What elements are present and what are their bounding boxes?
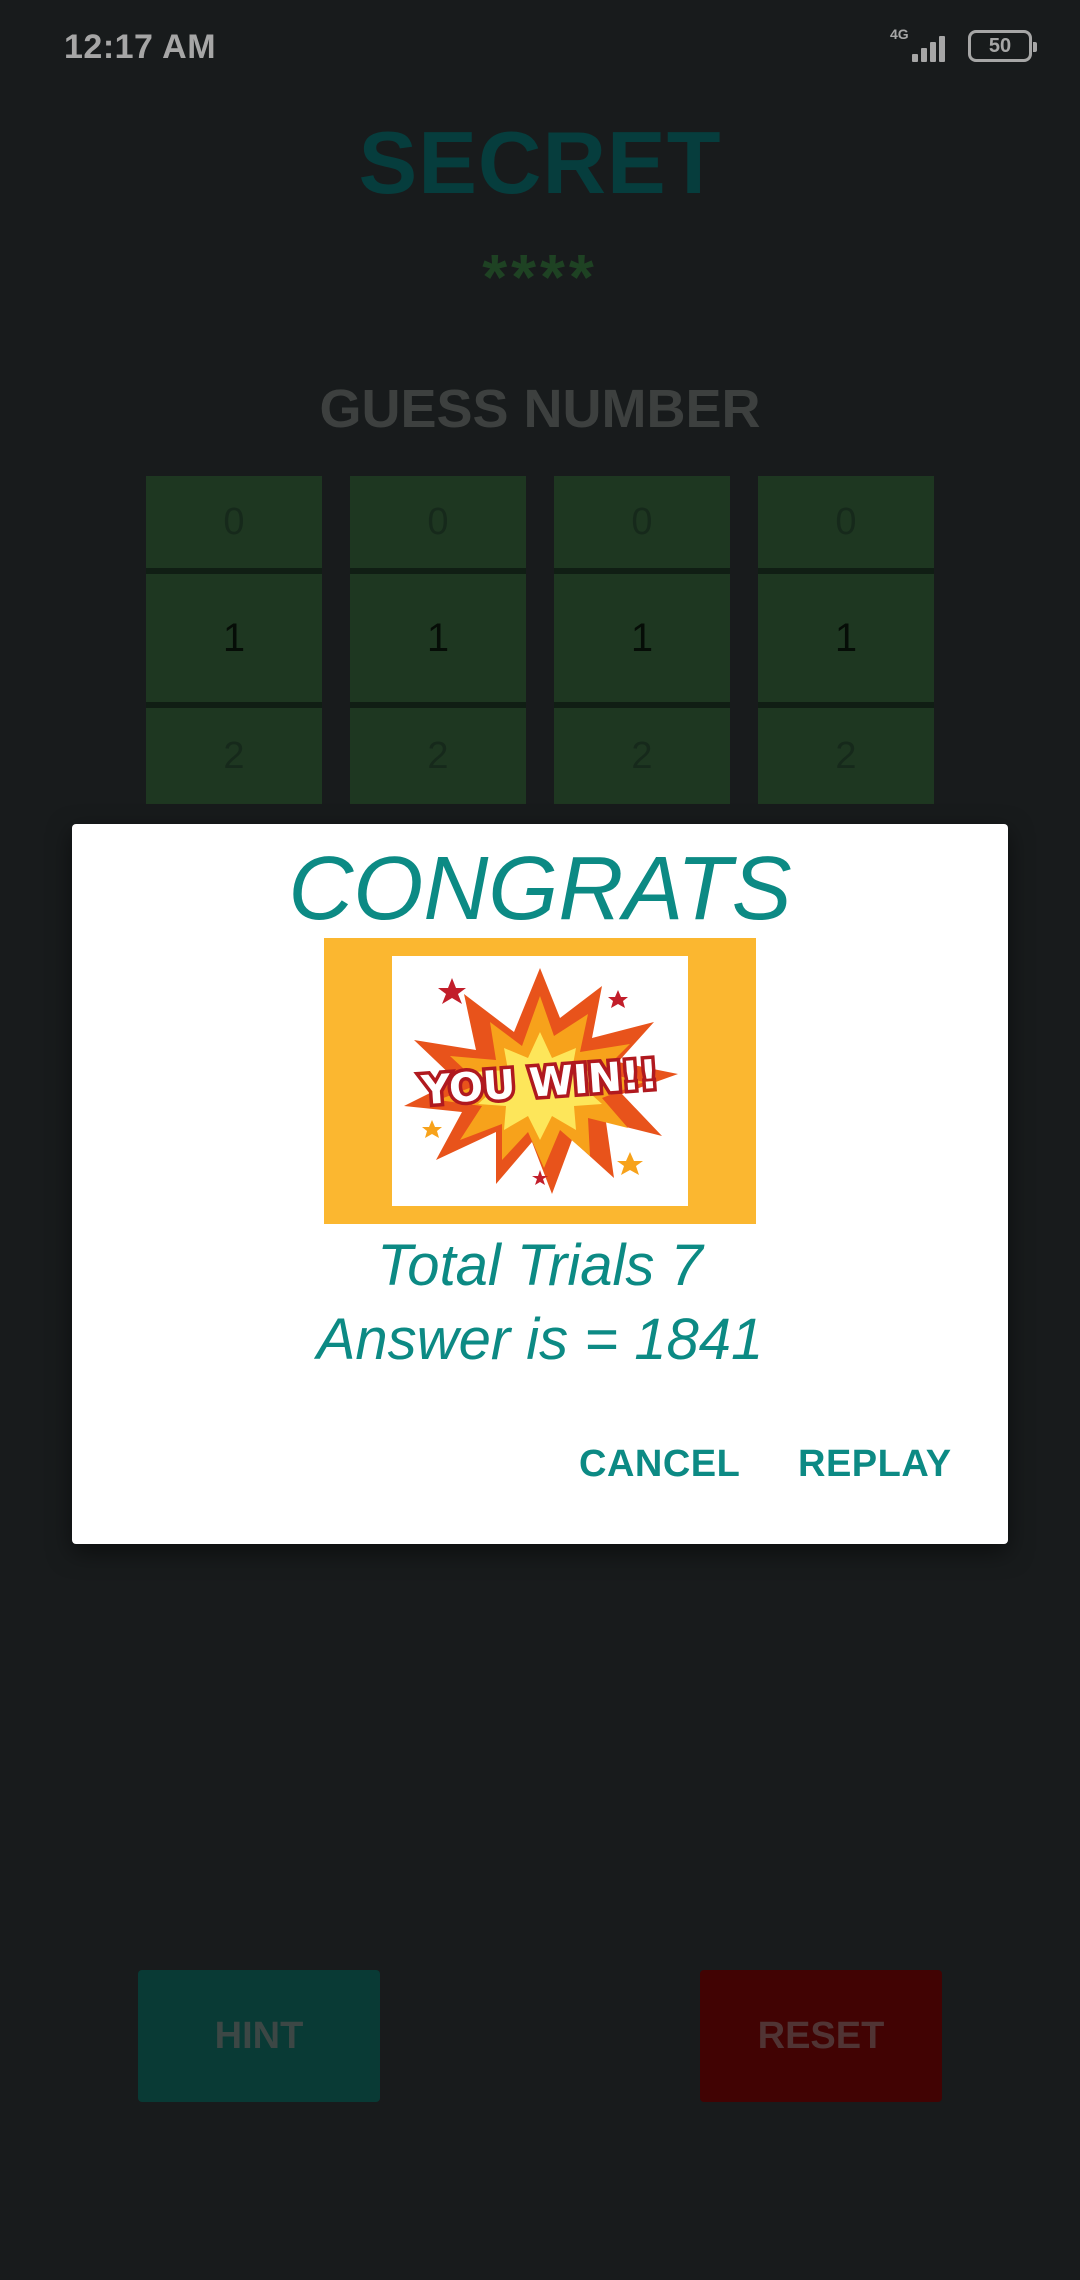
dialog-title: CONGRATS (288, 839, 792, 939)
you-win-burst-icon: YOU WIN!! (404, 968, 678, 1194)
you-win-image-frame: YOU WIN!! (324, 938, 756, 1224)
replay-button[interactable]: REPLAY (786, 1428, 964, 1500)
answer-text: Answer is = 1841 (316, 1307, 764, 1372)
congrats-dialog: CONGRATS YOU WIN!! Total Trials 7 Answer… (72, 824, 1008, 1544)
you-win-image: YOU WIN!! (392, 956, 688, 1206)
cancel-button[interactable]: CANCEL (567, 1428, 752, 1500)
total-trials-text: Total Trials 7 (377, 1233, 703, 1298)
